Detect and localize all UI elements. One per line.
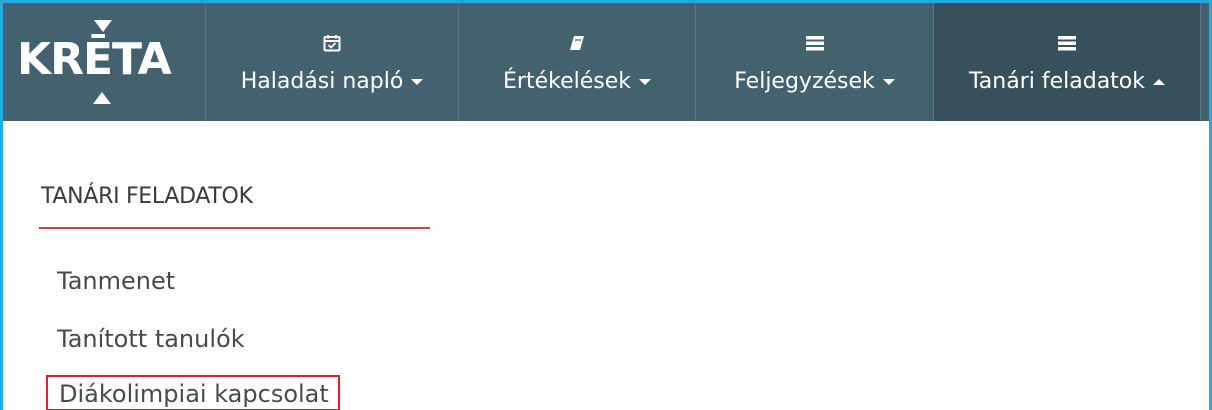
logo-triangle-up-icon <box>93 92 111 104</box>
nav-label: Feljegyzések <box>734 69 875 94</box>
menu-item-tanmenet[interactable]: Tanmenet <box>57 267 175 295</box>
menu-item-diakolimpiai-kapcsolat[interactable]: Diákolimpiai kapcsolat <box>46 375 340 410</box>
logo-triangle-down-icon <box>94 20 112 32</box>
nav-item-haladasi-naplo[interactable]: Haladási napló <box>206 3 459 121</box>
nav-label: Tanári feladatok <box>969 69 1145 94</box>
calendar-check-icon <box>322 33 342 53</box>
nav-label: Értékelések <box>503 69 631 94</box>
caret-down-icon <box>638 79 651 85</box>
navbar-filler <box>1201 3 1209 121</box>
caret-down-icon <box>411 79 424 85</box>
nav-item-tanari-feladatok[interactable]: Tanári feladatok <box>934 3 1201 121</box>
nav-item-feljegyzesek[interactable]: Feljegyzések <box>696 3 934 121</box>
nav-label: Haladási napló <box>240 69 404 94</box>
top-navbar: KRĒTA Haladási napló Értékelések Feljegy… <box>3 3 1209 121</box>
logo-text: KRĒTA <box>17 34 172 85</box>
section-title: TANÁRI FELADATOK <box>41 184 253 209</box>
list-icon <box>805 33 825 53</box>
list-icon <box>1057 33 1077 53</box>
section-divider <box>39 227 430 229</box>
app-frame: KRĒTA Haladási napló Értékelések Feljegy… <box>0 0 1212 410</box>
menu-item-tanitott-tanulok[interactable]: Tanított tanulók <box>57 325 245 353</box>
kreta-logo[interactable]: KRĒTA <box>3 3 206 121</box>
caret-up-icon <box>1153 79 1165 85</box>
book-icon <box>567 33 587 53</box>
nav-item-ertekelesek[interactable]: Értékelések <box>459 3 696 121</box>
caret-down-icon <box>882 79 895 85</box>
